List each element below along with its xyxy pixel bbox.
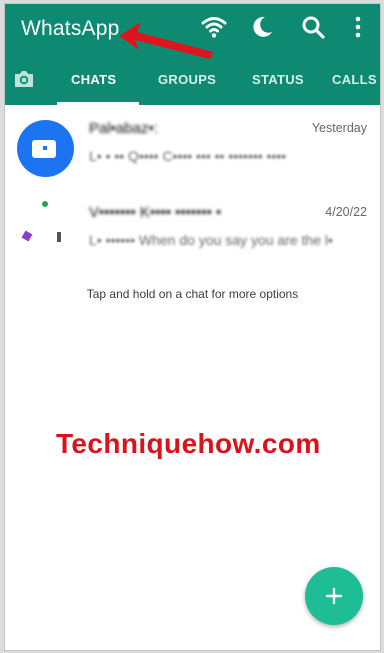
active-tab-indicator [57,102,139,105]
avatar [17,120,74,177]
chat-name: Pal•abaz•: [89,120,158,137]
chat-time: Yesterday [311,121,367,135]
new-chat-button[interactable] [305,567,363,625]
more-vertical-icon[interactable] [345,14,371,40]
chat-name: V••••••• K•••• ••••••• • [89,204,222,221]
moon-icon[interactable] [249,14,275,40]
camera-icon[interactable] [12,67,36,91]
app-frame: WhatsApp CHATS GROUPS STATUS CALLS Pal•a… [4,3,381,651]
avatar [17,201,74,259]
chat-preview: L• • •• Q•••• C•••• ••• •• ••••••• •••• [89,148,287,164]
hint-text: Tap and hold on a chat for more options [86,287,299,301]
watermark: Techniquehow.com [56,428,321,459]
app-title: WhatsApp [21,17,120,40]
chat-preview: L• •••••• When do you say you are the l• [89,232,333,248]
plus-icon [325,587,343,605]
tab-status[interactable]: STATUS [252,72,304,87]
tab-calls[interactable]: CALLS [332,72,377,87]
annotation-arrow [119,22,213,59]
search-icon[interactable] [300,14,326,40]
chat-row[interactable]: Pal•abaz•: Yesterday L• • •• Q•••• C••••… [5,114,380,198]
tab-chats[interactable]: CHATS [71,72,116,87]
tab-groups[interactable]: GROUPS [158,72,216,87]
chat-time: 4/20/22 [325,205,367,219]
chat-row[interactable]: V••••••• K•••• ••••••• • 4/20/22 L• ••••… [5,198,380,282]
